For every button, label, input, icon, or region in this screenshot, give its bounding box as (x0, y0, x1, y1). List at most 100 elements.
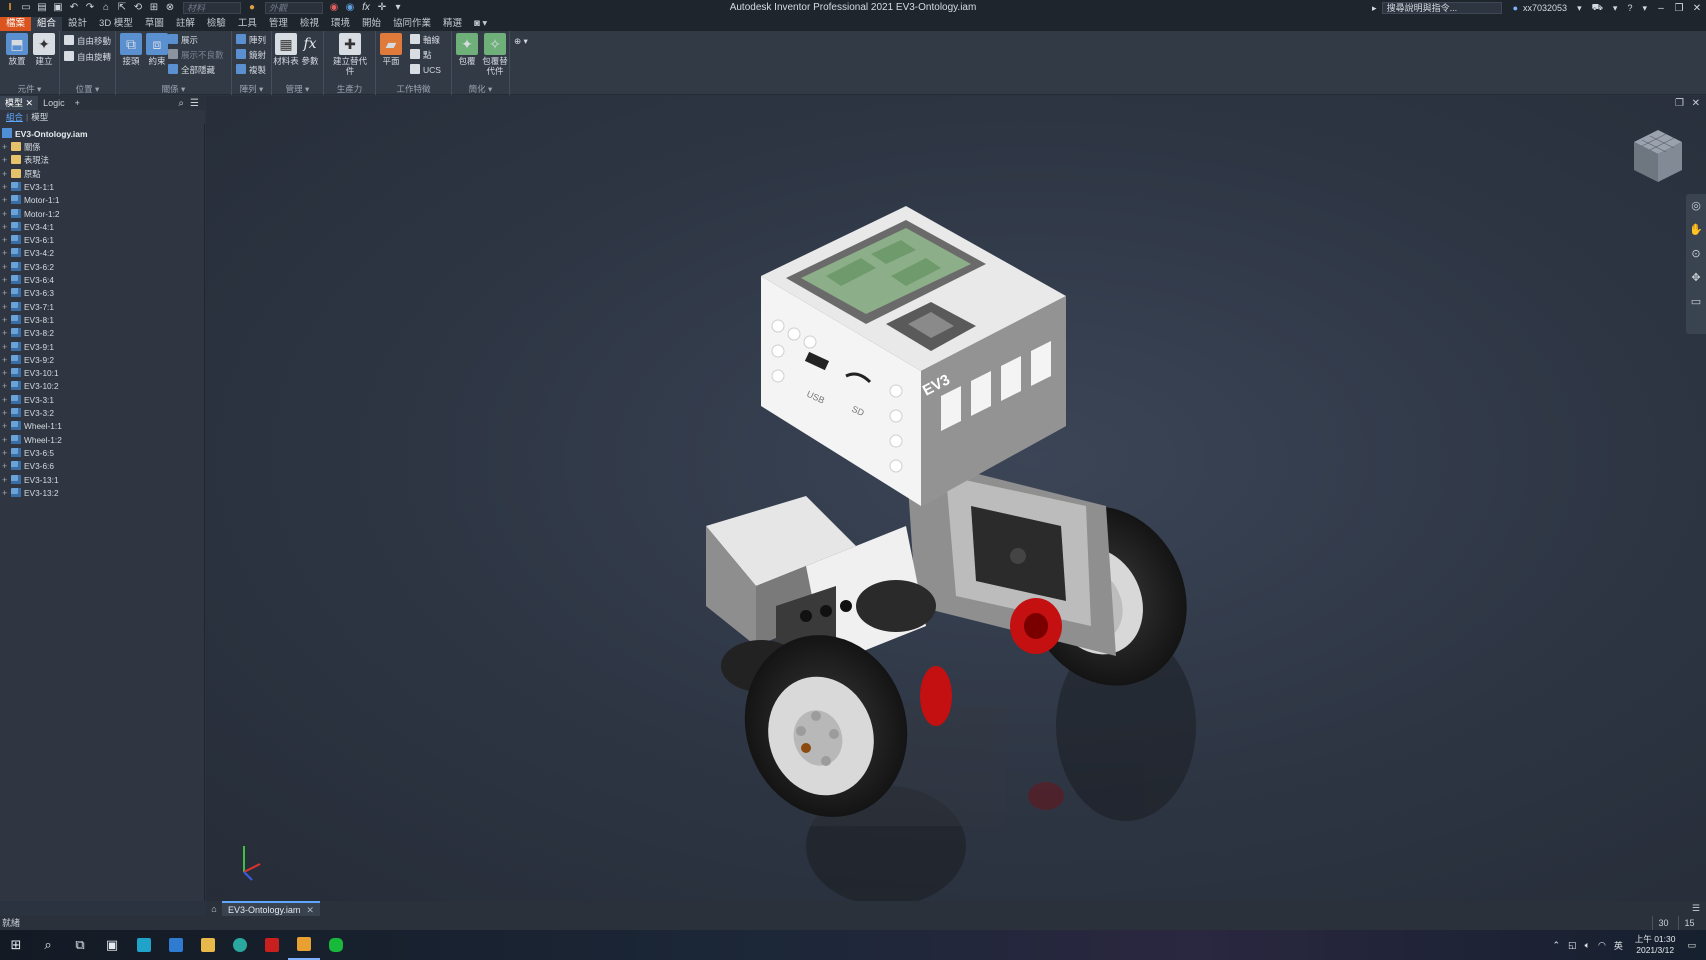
tree-item[interactable]: + EV3-9:1 (2, 341, 54, 354)
shrinkwrap-button[interactable]: ✦ 包覆 (454, 33, 480, 79)
material-combo[interactable]: 材料 (183, 2, 241, 14)
tab-manage[interactable]: 管理 (263, 17, 294, 31)
tree-item[interactable]: + EV3-13:1 (2, 474, 59, 487)
free-move-button[interactable]: 自由移動 (64, 35, 111, 48)
pan-hand-icon[interactable]: ✋ (1686, 218, 1706, 242)
tab-file[interactable]: 檔案 (0, 17, 32, 31)
tree-item[interactable]: + EV3-6:6 (2, 460, 54, 473)
browser-view-modeling[interactable]: 模型 (31, 112, 48, 122)
ribbon-options-icon[interactable]: ⊕ ▾ (514, 35, 528, 48)
tree-item[interactable]: + EV3-3:1 (2, 394, 54, 407)
minimize-icon[interactable]: – (1652, 3, 1670, 14)
user-name[interactable]: xx7032053 (1523, 3, 1567, 13)
axis-button[interactable]: 軸線 (410, 34, 440, 47)
tab-inspect[interactable]: 檢驗 (201, 17, 232, 31)
create-button[interactable]: ✦ 建立 (31, 33, 57, 79)
adjust-icon[interactable]: ◉ (343, 2, 357, 14)
exchange-dropdown-icon[interactable]: ▾ (1613, 3, 1618, 14)
expand-icon[interactable]: + (2, 287, 11, 300)
document-menu-icon[interactable]: ☰ (1692, 903, 1706, 914)
network-icon[interactable]: ◱ (1568, 940, 1577, 951)
add-browser-tab-button[interactable]: + (70, 96, 85, 110)
appearance-icon[interactable]: ● (245, 2, 259, 14)
point-button[interactable]: 點 (410, 49, 432, 62)
file-explorer-icon[interactable] (192, 930, 224, 960)
update-icon[interactable]: ⟲ (131, 2, 145, 14)
expand-icon[interactable]: + (2, 261, 11, 274)
tray-expand-icon[interactable]: ⌃ (1553, 940, 1561, 951)
tree-item[interactable]: + EV3-4:2 (2, 247, 54, 260)
ev3-robot-model[interactable]: USB SD EV3 (686, 206, 1226, 906)
cart-icon[interactable]: ⛟ (1592, 2, 1603, 14)
expand-icon[interactable]: + (2, 407, 11, 420)
task-view-icon[interactable]: ⧉ (64, 930, 96, 960)
tree-item[interactable]: + Wheel-1:2 (2, 434, 62, 447)
tab-tools[interactable]: 工具 (232, 17, 263, 31)
joint-button[interactable]: ⧉ 接頭 (118, 33, 144, 79)
volume-icon[interactable]: 🔈︎ (1585, 940, 1590, 951)
expand-icon[interactable]: + (2, 394, 11, 407)
hide-all-button[interactable]: 全部隱藏 (168, 64, 215, 77)
inventor-taskbar-icon[interactable] (288, 930, 320, 960)
store-icon[interactable]: ▣ (96, 930, 128, 960)
tree-item[interactable]: + 關係 (2, 141, 41, 154)
wifi-icon[interactable]: ◠ (1598, 940, 1606, 951)
panel-work-features-title[interactable]: 工作特徵 (376, 84, 451, 94)
tab-design[interactable]: 設計 (62, 17, 93, 31)
expand-icon[interactable]: + (2, 168, 11, 181)
customize-dropdown-icon[interactable]: ▾ (391, 2, 405, 14)
close-icon[interactable]: ✕ (1688, 3, 1706, 14)
open-folder-icon[interactable]: ▤ (35, 2, 49, 14)
browser-tab-model[interactable]: 模型 ✕ (0, 96, 39, 110)
tab-featured[interactable]: 精選 (437, 17, 468, 31)
home-tab-icon[interactable]: ⌂ (206, 904, 222, 914)
tab-environments[interactable]: 環境 (325, 17, 356, 31)
ime-indicator[interactable]: 英 (1614, 939, 1623, 952)
inventor-logo-icon[interactable]: I (3, 2, 17, 14)
steering-wheel-icon[interactable]: ◎ (1686, 194, 1706, 218)
panel-pattern-title[interactable]: 陣列 ▾ (232, 84, 271, 94)
document-tab[interactable]: EV3-Ontology.iam ✕ (222, 901, 320, 916)
maximize-viewport-icon[interactable]: ❐ (1675, 98, 1684, 109)
mirror-button[interactable]: 鏡射 (236, 49, 266, 62)
tree-item[interactable]: + Motor-1:2 (2, 208, 60, 221)
tree-item[interactable]: + EV3-8:2 (2, 327, 54, 340)
tree-item[interactable]: + 原點 (2, 168, 41, 181)
measure-icon[interactable]: ⊞ (147, 2, 161, 14)
fx-icon[interactable]: fx (359, 2, 373, 14)
add-icon[interactable]: ✛ (375, 2, 389, 14)
expand-icon[interactable]: + (2, 354, 11, 367)
tree-item[interactable]: + EV3-7:1 (2, 301, 54, 314)
appearance-combo[interactable]: 外觀 (265, 2, 323, 14)
expand-icon[interactable]: + (2, 460, 11, 473)
close-document-icon[interactable]: ✕ (306, 905, 314, 915)
graphics-window[interactable]: ❐ ✕ ◎ ✋ ⊙ ✥ ▭ USB SD EV3 (206, 96, 1706, 906)
edge-browser-icon[interactable] (224, 930, 256, 960)
mail-icon[interactable] (160, 930, 192, 960)
panel-position-title[interactable]: 位置 ▾ (60, 84, 115, 94)
constrain-button[interactable]: ⧈ 約束 (144, 33, 170, 79)
tree-item[interactable]: + EV3-6:1 (2, 234, 54, 247)
tab-collaborate[interactable]: 協同作業 (387, 17, 437, 31)
viewcube[interactable] (1630, 126, 1686, 186)
expand-icon[interactable]: + (2, 474, 11, 487)
expand-icon[interactable]: + (2, 367, 11, 380)
undo-icon[interactable]: ↶ (67, 2, 81, 14)
expand-icon[interactable]: + (2, 380, 11, 393)
zoom-icon[interactable]: ⊙ (1686, 242, 1706, 266)
expand-icon[interactable]: + (2, 234, 11, 247)
ucs-button[interactable]: UCS (410, 64, 441, 77)
expand-arrow-icon[interactable]: ▸ (1372, 3, 1377, 14)
start-windows-icon[interactable]: ⊞ (0, 930, 32, 960)
expand-icon[interactable]: + (2, 434, 11, 447)
tab-3d-model[interactable]: 3D 模型 (93, 17, 139, 31)
save-icon[interactable]: ▣ (51, 2, 65, 14)
tab-assemble[interactable]: 組合 (31, 17, 63, 31)
tree-item[interactable]: + EV3-4:1 (2, 221, 54, 234)
expand-icon[interactable]: + (2, 154, 11, 167)
panel-manage-title[interactable]: 管理 ▾ (272, 84, 323, 94)
orbit-icon[interactable]: ✥ (1686, 266, 1706, 290)
select-icon[interactable]: ⇱ (115, 2, 129, 14)
tab-view[interactable]: 檢視 (294, 17, 325, 31)
clear-appearance-icon[interactable]: ◉ (327, 2, 341, 14)
